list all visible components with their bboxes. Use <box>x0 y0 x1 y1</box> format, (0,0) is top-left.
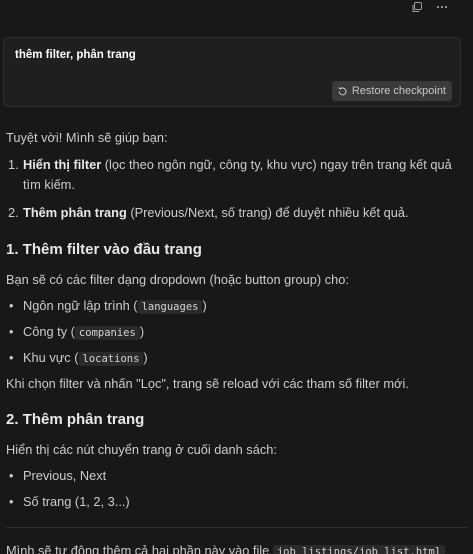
divider <box>6 526 468 528</box>
restore-checkpoint-button[interactable]: Restore checkpoint <box>331 81 452 101</box>
more-icon[interactable] <box>435 0 449 14</box>
list-item: • Công ty (companies) <box>9 324 145 341</box>
restore-checkpoint-label: Restore checkpoint <box>351 85 446 97</box>
list-item: • Khu vực (locations) <box>9 349 148 366</box>
section-heading: 1. Thêm filter vào đầu trang <box>6 240 202 258</box>
response-intro: Tuyệt vời! Mình sẽ giúp bạn: <box>6 130 168 145</box>
inline-code: languages <box>137 300 203 315</box>
restore-icon <box>338 86 347 95</box>
assistant-response: Tuyệt vời! Mình sẽ giúp bạn: 1. Hiển thị… <box>6 128 468 554</box>
pagination-list: • Previous, Next • Số trang (1, 2, 3...) <box>6 466 468 510</box>
list-item: 2. Thêm phân trang (Previous/Next, số tr… <box>8 204 409 220</box>
section-heading: 2. Thêm phân trang <box>6 410 145 428</box>
section-paragraph: Bạn sẽ có các filter dạng dropdown (hoặc… <box>6 272 349 288</box>
list-item: • Ngôn ngữ lập trình (languages) <box>9 298 207 315</box>
section-paragraph: Hiển thị các nút chuyển trang ở cuối dan… <box>6 442 277 458</box>
message-toolbar <box>393 0 473 14</box>
inline-code: companies <box>74 326 140 341</box>
copy-icon[interactable] <box>410 0 424 14</box>
list-item: • Previous, Next <box>9 468 107 484</box>
inline-code: locations <box>78 351 144 366</box>
user-message-card[interactable]: thêm filter, phân trang Restore checkpoi… <box>3 37 461 107</box>
filter-list: • Ngôn ngữ lập trình (languages) • Công ty… <box>6 296 468 367</box>
file-path-code: job_listings/job_list.html <box>272 544 446 554</box>
list-item: 1. Hiển thị filter (lọc theo ngôn ngữ, c… <box>8 157 452 193</box>
section-paragraph: Khi chọn filter và nhấn "Lọc", trang sẽ … <box>6 375 409 391</box>
list-item: • Số trang (1, 2, 3...) <box>9 493 130 509</box>
summary-list: 1. Hiển thị filter (lọc theo ngôn ngữ, c… <box>6 155 468 222</box>
footer-paragraph: Mình sẽ tự động thêm cả hai phần này vào… <box>6 541 468 554</box>
user-message-text: thêm filter, phân trang <box>15 49 136 61</box>
